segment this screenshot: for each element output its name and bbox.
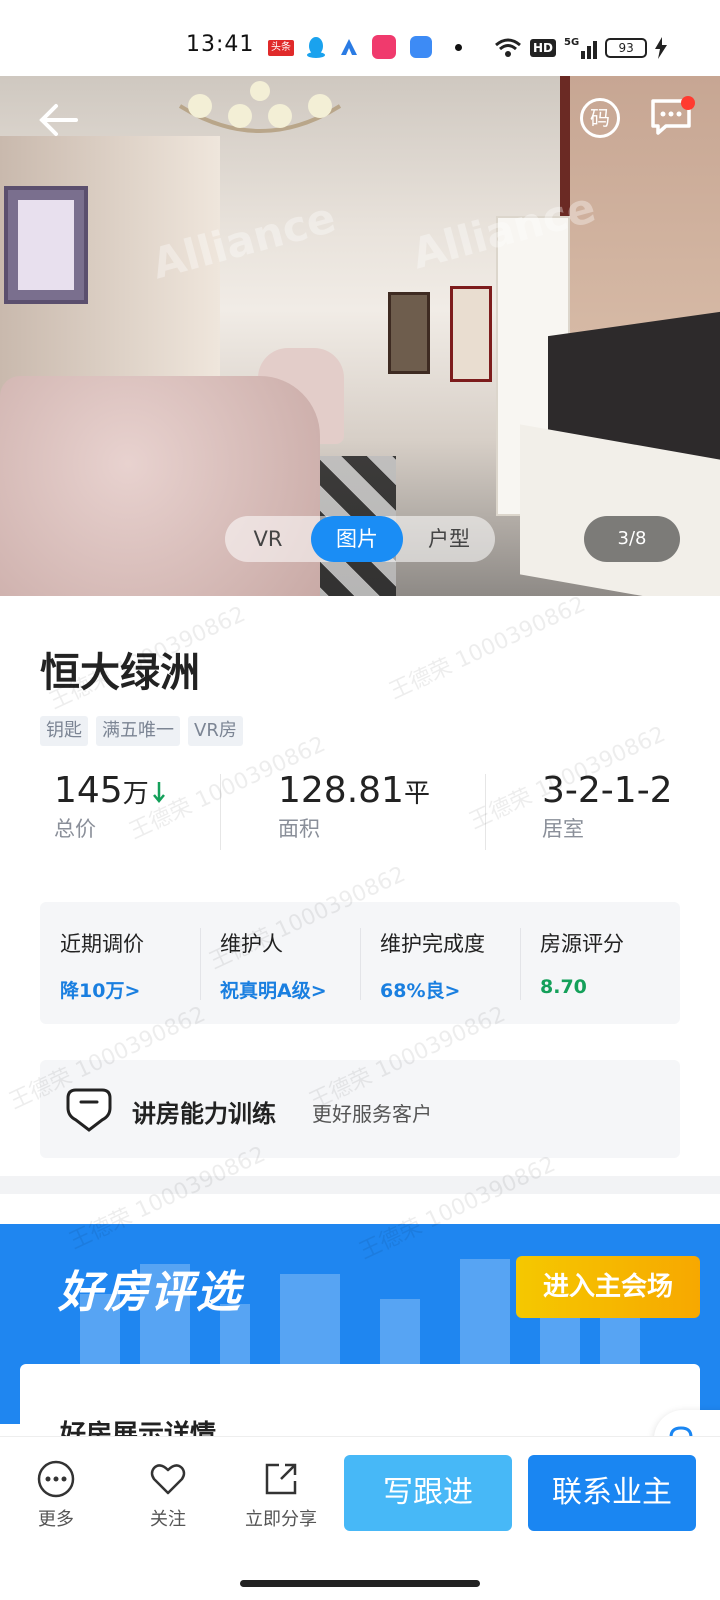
battery-icon: 93: [605, 38, 648, 58]
key-stats: 145万 总价 128.81平 面积 3-2-1-2 居室: [40, 770, 680, 852]
share-icon: [265, 1463, 297, 1495]
area-value: 128.81: [278, 770, 404, 811]
stat-area-label: 面积: [278, 817, 320, 841]
metric-value[interactable]: 降10万>: [60, 976, 144, 1003]
qq-icon: [307, 37, 325, 58]
stat-area: 128.81平 面积: [278, 770, 430, 852]
listing-tags: 钥匙 满五唯一 VR房: [40, 716, 243, 746]
metric-maintainer[interactable]: 维护人 祝真明A级>: [220, 928, 327, 1003]
photo-sofa: [0, 376, 320, 596]
stat-price-label: 总价: [54, 817, 96, 841]
photo-chandelier: [178, 81, 342, 133]
wifi-icon: [495, 38, 521, 57]
share-button[interactable]: 立即分享: [240, 1459, 322, 1531]
watermark: 王德荣 1000390862: [385, 591, 590, 705]
back-arrow-icon[interactable]: [34, 98, 82, 142]
home-indicator[interactable]: [240, 1580, 480, 1587]
follow-button[interactable]: 关注: [128, 1459, 208, 1531]
stat-price-value: 145万: [54, 770, 165, 811]
stat-layout: 3-2-1-2 居室: [542, 770, 673, 852]
tag-key: 钥匙: [40, 716, 88, 746]
listing-title: 恒大绿洲: [40, 650, 200, 696]
metric-value[interactable]: 68%良>: [380, 976, 485, 1003]
feather-app-icon: [410, 36, 432, 58]
tab-vr[interactable]: VR: [225, 516, 311, 562]
divider: [520, 928, 521, 1000]
stat-price: 145万 总价: [54, 770, 165, 852]
metric-completion[interactable]: 维护完成度 68%良>: [380, 928, 485, 1003]
metric-score: 房源评分 8.70: [540, 928, 624, 998]
metric-label: 房源评分: [540, 932, 624, 956]
training-entry[interactable]: 讲房能力训练 更好服务客户: [40, 1060, 680, 1158]
signal-bar: [593, 41, 598, 59]
metric-value[interactable]: 祝真明A级>: [220, 976, 327, 1003]
listing-photo-gallery[interactable]: Alliance Alliance 码 VR 图片 户型 3/8: [0, 76, 720, 596]
stat-layout-label: 居室: [542, 817, 584, 841]
app-icon: [372, 35, 396, 59]
signal-bar: [581, 51, 586, 59]
divider: [485, 774, 486, 850]
heart-icon: [150, 1464, 186, 1495]
section-separator: [0, 1176, 720, 1194]
tag-five-year: 满五唯一: [96, 716, 180, 746]
price-down-icon: [152, 782, 165, 803]
banner-title: 好房评选: [58, 1267, 242, 1318]
more-label: 更多: [38, 1509, 74, 1530]
price-unit: 万: [122, 779, 149, 809]
photo-doorway: [388, 292, 430, 374]
divider: [200, 928, 201, 1000]
charging-icon: [655, 37, 668, 59]
hd-icon: HD: [530, 39, 557, 57]
news-app-icon: 头条: [268, 40, 294, 56]
status-indicators: HD 5G 93: [494, 36, 668, 60]
tag-vr: VR房: [188, 716, 243, 746]
unread-dot-icon: [681, 96, 695, 110]
divider: [360, 928, 361, 1000]
metric-label: 维护完成度: [380, 932, 485, 956]
notification-dot-icon: [455, 44, 462, 51]
qr-code-button[interactable]: 码: [580, 98, 620, 138]
divider: [220, 774, 221, 850]
photo-wall-painting: [4, 186, 88, 304]
training-icon: [66, 1088, 112, 1132]
area-unit: 平: [403, 779, 430, 809]
contact-owner-button[interactable]: 联系业主: [528, 1455, 696, 1531]
training-subtitle: 更好服务客户: [312, 1102, 432, 1126]
stat-layout-value: 3-2-1-2: [542, 770, 673, 811]
photo-kitchen-door: [450, 286, 492, 382]
bottom-action-bar: 更多 关注 立即分享 写跟进 联系业主: [0, 1436, 720, 1556]
signal-icon: 5G: [564, 37, 598, 59]
price-value: 145: [54, 770, 123, 811]
alipay-icon: [341, 39, 357, 55]
media-tab-switcher: VR 图片 户型: [225, 516, 495, 562]
stat-area-value: 128.81平: [278, 770, 430, 811]
follow-label: 关注: [150, 1509, 186, 1530]
metric-price-change[interactable]: 近期调价 降10万>: [60, 928, 144, 1003]
metric-label: 维护人: [220, 932, 283, 956]
signal-bar: [587, 46, 592, 59]
status-time: 13:41: [186, 32, 255, 57]
write-follow-up-button[interactable]: 写跟进: [344, 1455, 512, 1531]
more-button[interactable]: 更多: [16, 1459, 96, 1531]
signal-label: 5G: [564, 37, 580, 48]
training-title: 讲房能力训练: [132, 1100, 276, 1128]
share-label: 立即分享: [245, 1509, 317, 1530]
metric-label: 近期调价: [60, 932, 144, 956]
status-bar: 13:41 头条 HD 5G 93: [0, 0, 720, 76]
enter-main-venue-button[interactable]: 进入主会场: [516, 1256, 700, 1318]
photo-page-indicator: 3/8: [584, 516, 680, 562]
metric-value: 8.70: [540, 976, 587, 998]
listing-metrics-panel: 近期调价 降10万> 维护人 祝真明A级> 维护完成度 68%良> 房源评分 8…: [40, 902, 680, 1024]
tab-floorplan[interactable]: 户型: [403, 516, 495, 562]
tab-photos[interactable]: 图片: [311, 516, 403, 562]
more-icon: [37, 1460, 75, 1498]
